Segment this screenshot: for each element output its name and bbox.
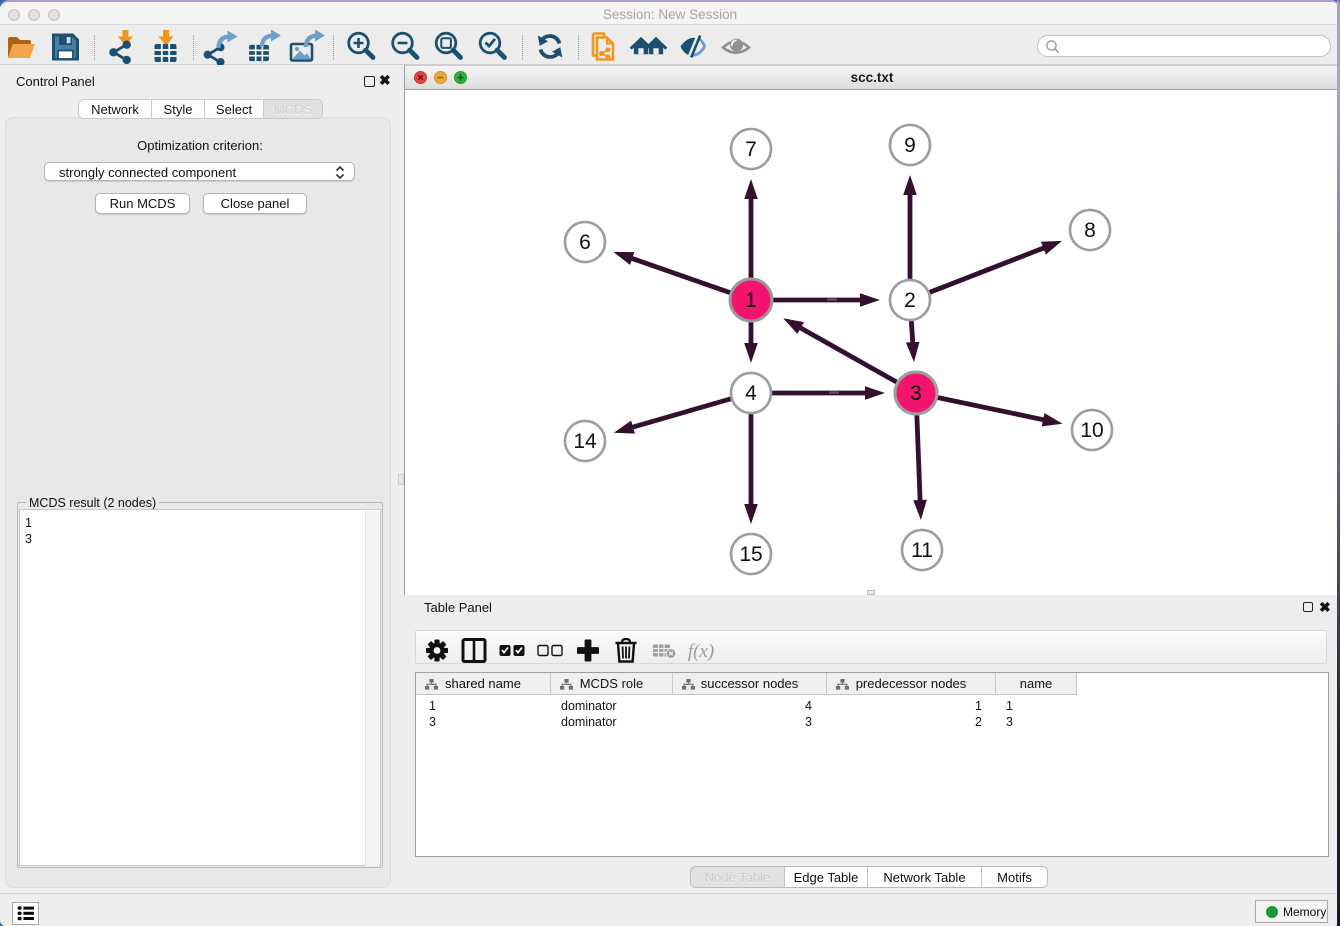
svg-text:15: 15 — [739, 543, 762, 566]
svg-text:3: 3 — [910, 382, 922, 405]
svg-text:7: 7 — [745, 138, 757, 161]
svg-text:9: 9 — [904, 134, 916, 157]
svg-text:f(x): f(x) — [688, 641, 714, 662]
svg-text:11: 11 — [911, 539, 933, 562]
svg-text:14: 14 — [573, 430, 597, 453]
svg-text:2: 2 — [904, 289, 916, 312]
svg-text:1: 1 — [745, 289, 757, 312]
svg-text:8: 8 — [1084, 219, 1096, 242]
svg-text:6: 6 — [579, 231, 591, 254]
svg-text:4: 4 — [745, 382, 757, 405]
svg-text:10: 10 — [1080, 419, 1103, 442]
